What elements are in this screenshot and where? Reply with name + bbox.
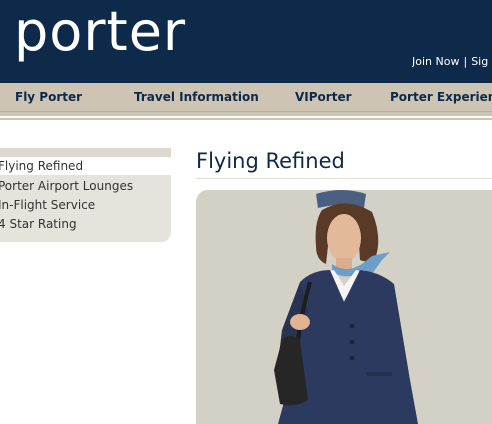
sidebar-item-flying-refined[interactable]: Flying Refined <box>0 157 171 175</box>
nav-viporter[interactable]: VIPorter <box>295 90 352 104</box>
nav-divider-bottom <box>0 118 492 120</box>
nav-fly-porter[interactable]: Fly Porter <box>15 90 82 104</box>
hero-photo-flight-attendant <box>196 190 492 424</box>
sign-in-link[interactable]: Sig <box>471 55 488 68</box>
sidebar-item-4-star-rating[interactable]: 4 Star Rating <box>0 217 77 231</box>
nav-divider-top <box>0 112 492 116</box>
sidebar-item-label: Flying Refined <box>0 159 84 173</box>
sidebar-cap <box>0 148 171 157</box>
flight-attendant-illustration <box>196 190 492 424</box>
site-header: porter Join Now | Sig <box>0 0 492 83</box>
title-rule <box>196 178 492 179</box>
main-nav: Fly Porter Travel Information VIPorter P… <box>0 83 492 112</box>
sidebar-menu: Flying Refined Porter Airport Lounges In… <box>0 148 171 242</box>
page-title: Flying Refined <box>196 149 345 173</box>
sidebar-item-inflight-service[interactable]: In-Flight Service <box>0 198 95 212</box>
sidebar-item-airport-lounges[interactable]: Porter Airport Lounges <box>0 179 133 193</box>
util-separator: | <box>463 55 468 68</box>
utility-links: Join Now | Sig <box>412 55 492 69</box>
join-now-link[interactable]: Join Now <box>412 55 459 68</box>
nav-porter-experience[interactable]: Porter Experience <box>390 90 492 104</box>
nav-travel-information[interactable]: Travel Information <box>134 90 259 104</box>
porter-logo[interactable]: porter <box>14 0 186 64</box>
